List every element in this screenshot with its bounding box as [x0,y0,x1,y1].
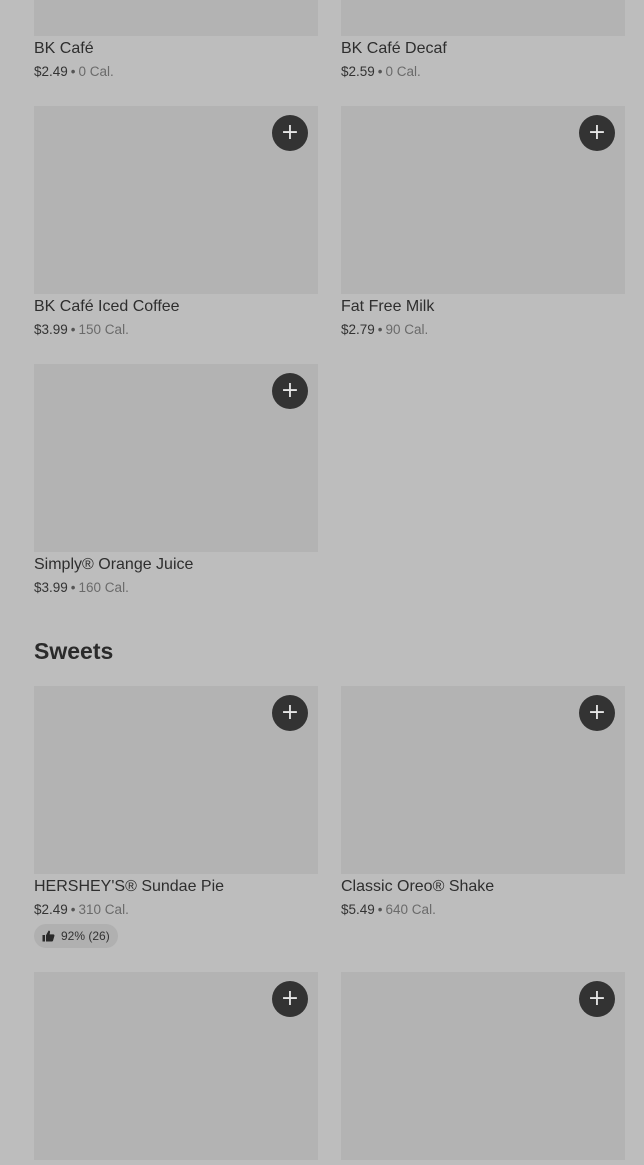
add-to-cart-button[interactable]: + [272,695,308,731]
item-price: $3.99 [34,580,68,595]
item-name: BK Café [34,40,94,57]
item-price: $2.59 [341,64,375,79]
item-price: $5.49 [341,902,375,917]
item-meta: $3.99 • 160 Cal. [34,580,129,595]
item-calories: 0 Cal. [78,64,114,79]
item-meta: $2.49 • 310 Cal. [34,902,129,917]
meta-separator: • [70,322,76,337]
item-price: $2.49 [34,902,68,917]
item-name: Classic Oreo® Shake [341,878,495,895]
menu-item-card[interactable]: BK Café $2.49 • 0 Cal. [34,0,318,88]
item-meta: $3.99 • 150 Cal. [34,322,129,337]
menu-page: BK Café $2.49 • 0 Cal. BK Café Decaf $2.59… [0,0,644,1165]
add-to-cart-button[interactable]: + [579,695,615,731]
item-meta: $2.49 • 0 Cal. [34,64,114,79]
item-meta: $2.79 • 90 Cal. [341,322,428,337]
menu-item-card[interactable]: BK Café Decaf $2.59 • 0 Cal. [341,0,625,88]
item-calories: 640 Cal. [385,902,436,917]
menu-item-card[interactable]: + Classic Oreo® Shake $5.49 • 640 Cal. [341,686,625,926]
item-image[interactable] [341,0,625,36]
menu-item-card[interactable]: + Simply® Orange Juice $3.99 • 160 Cal. [34,364,318,604]
meta-separator: • [70,64,76,79]
rating-text: 92% (26) [61,929,110,943]
item-name: HERSHEY'S® Sundae Pie [34,878,225,895]
item-calories: 90 Cal. [385,322,429,337]
plus-icon: + [280,120,300,145]
add-to-cart-button[interactable]: + [579,115,615,151]
item-price: $2.49 [34,64,68,79]
thumbs-up-icon [42,930,55,942]
menu-item-card[interactable]: + [34,972,318,1160]
item-meta: $5.49 • 640 Cal. [341,902,436,917]
meta-separator: • [70,580,76,595]
menu-item-card[interactable]: + BK Café Iced Coffee $3.99 • 150 Cal. [34,106,318,346]
add-to-cart-button[interactable]: + [272,115,308,151]
meta-separator: • [377,322,383,337]
rating-badge: 92% (26) [34,924,118,948]
item-image[interactable] [34,0,318,36]
item-name: Simply® Orange Juice [34,556,194,573]
item-meta: $2.59 • 0 Cal. [341,64,421,79]
item-price: $3.99 [34,322,68,337]
menu-item-card[interactable]: + HERSHEY'S® Sundae Pie $2.49 • 310 Cal. 9… [34,686,318,950]
menu-item-card[interactable]: + Fat Free Milk $2.79 • 90 Cal. [341,106,625,346]
plus-icon: + [587,700,607,725]
plus-icon: + [280,700,300,725]
plus-icon: + [280,378,300,403]
add-to-cart-button[interactable]: + [579,981,615,1017]
add-to-cart-button[interactable]: + [272,373,308,409]
item-name: BK Café Iced Coffee [34,298,180,315]
item-calories: 310 Cal. [78,902,129,917]
item-calories: 160 Cal. [78,580,129,595]
item-name: Fat Free Milk [341,298,435,315]
meta-separator: • [377,902,383,917]
add-to-cart-button[interactable]: + [272,981,308,1017]
item-name: BK Café Decaf [341,40,447,57]
plus-icon: + [587,120,607,145]
item-calories: 150 Cal. [78,322,129,337]
meta-separator: • [377,64,383,79]
section-title-sweets: Sweets [34,638,114,664]
item-price: $2.79 [341,322,375,337]
plus-icon: + [587,986,607,1011]
item-calories: 0 Cal. [385,64,421,79]
meta-separator: • [70,902,76,917]
plus-icon: + [280,986,300,1011]
menu-item-card[interactable]: + [341,972,625,1160]
